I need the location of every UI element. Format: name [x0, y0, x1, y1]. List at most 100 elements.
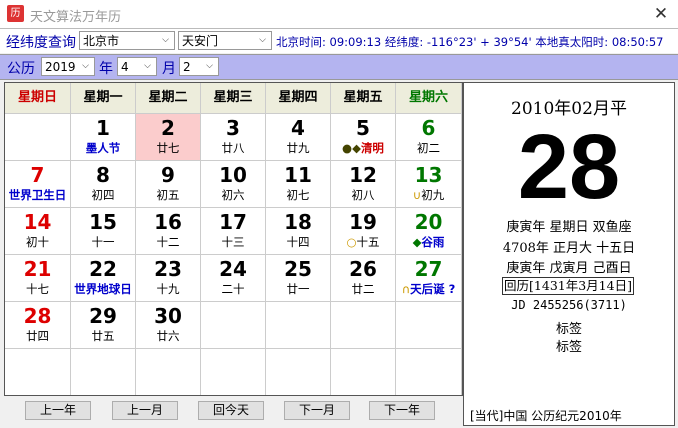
- chevron-down-icon: ⌵: [206, 61, 213, 71]
- day-number: 20: [414, 210, 443, 234]
- calendar-day-cell[interactable]: 27 ∩天后诞 ?: [396, 255, 462, 302]
- navigation-buttons: 上一年 上一月 回今天 下一月 下一年: [4, 396, 461, 426]
- calendar-day-cell[interactable]: 7 世界卫生日: [5, 161, 71, 208]
- lunar-date: ∩天后诞 ?: [396, 282, 461, 296]
- lunar-date: 初四: [71, 188, 135, 202]
- month-select[interactable]: 4 ⌵: [117, 57, 157, 76]
- calendar-day-cell[interactable]: 14 初十: [5, 208, 71, 255]
- year-select[interactable]: 2019 ⌵: [41, 57, 95, 76]
- month-label: 月: [162, 61, 176, 77]
- window-title: 天文算法万年历: [30, 10, 122, 25]
- lunar-text: 初八: [351, 188, 375, 202]
- district-value: 天安门: [182, 34, 219, 48]
- calendar-day-cell[interactable]: 18 十四: [266, 208, 331, 255]
- next-year-button[interactable]: 下一年: [369, 401, 435, 420]
- close-icon: ✕: [653, 4, 669, 24]
- day-number: 8: [96, 163, 110, 187]
- day-detail-panel: 2010年02月平 28 庚寅年 星期日 双鱼座 4708年 正月大 十五日 庚…: [463, 82, 675, 426]
- empty-day-cell: [201, 349, 266, 395]
- lunar-text: 世界地球日: [74, 282, 132, 296]
- lunar-date: 二十: [201, 282, 265, 296]
- close-button[interactable]: ✕: [646, 0, 676, 28]
- calendar-day-cell[interactable]: 23 十九: [136, 255, 201, 302]
- calendar-day-cell[interactable]: 16 十二: [136, 208, 201, 255]
- day-select[interactable]: 2 ⌵: [179, 57, 219, 76]
- calendar-day-cell[interactable]: 12 初八: [331, 161, 396, 208]
- day-number: 24: [219, 257, 247, 281]
- empty-day-cell: [331, 302, 396, 349]
- lunar-text: 清明: [360, 141, 384, 155]
- day-number: 1: [96, 116, 110, 140]
- calendar-day-cell[interactable]: 28 廿四: [5, 302, 71, 349]
- marker-icon: ●◆: [342, 141, 361, 155]
- tag-label-1[interactable]: 标签: [464, 318, 674, 337]
- day-number: 11: [284, 163, 312, 187]
- day-number: 23: [154, 257, 182, 281]
- calendar-day-cell[interactable]: 10 初六: [201, 161, 266, 208]
- lunar-date: 十二: [136, 235, 200, 249]
- calendar-day-cell[interactable]: 21 十七: [5, 255, 71, 302]
- calendar-day-cell[interactable]: 13 ∪初九: [396, 161, 462, 208]
- day-number: 19: [349, 210, 377, 234]
- lunar-text: 十五: [356, 235, 380, 249]
- prev-month-button[interactable]: 上一月: [112, 401, 178, 420]
- lunar-date: 十一: [71, 235, 135, 249]
- lunar-date: 世界卫生日: [5, 188, 70, 202]
- title-bar: 历 天文算法万年历 ✕: [0, 0, 678, 28]
- day-number: 2: [161, 116, 175, 140]
- lunar-text: 二十: [221, 282, 245, 296]
- weekday-header: 星期三: [201, 83, 266, 114]
- calendar-day-cell[interactable]: 24 二十: [201, 255, 266, 302]
- hijri-date-box: 回历[1431年3月14日]: [502, 277, 634, 295]
- lunar-text: 谷雨: [421, 235, 445, 249]
- weekday-header: 星期一: [71, 83, 136, 114]
- next-month-button[interactable]: 下一月: [284, 401, 350, 420]
- weekday-header: 星期六: [396, 83, 462, 114]
- lunar-text: 廿六: [156, 329, 180, 343]
- calendar-day-cell[interactable]: 11 初七: [266, 161, 331, 208]
- calendar-app-icon: 历: [7, 5, 24, 22]
- lunar-text: 初六: [221, 188, 245, 202]
- calendar-day-cell[interactable]: 2 廿七: [136, 114, 201, 161]
- calendar-day-cell[interactable]: 8 初四: [71, 161, 136, 208]
- calendar-day-cell[interactable]: 19 ○十五: [331, 208, 396, 255]
- lunar-date: 廿二: [331, 282, 395, 296]
- lunar-text: 廿二: [351, 282, 375, 296]
- lunar-text: 廿九: [286, 141, 310, 155]
- calendar-day-cell[interactable]: 9 初五: [136, 161, 201, 208]
- chevron-down-icon: ⌵: [259, 35, 266, 45]
- calendar-day-cell[interactable]: 15 十一: [71, 208, 136, 255]
- time-location-info: 北京时间: 09:09:13 经纬度: -116°23' + 39°54' 本地…: [276, 35, 664, 49]
- detail-line-3: 庚寅年 戊寅月 己酉日: [506, 261, 632, 276]
- day-number: 14: [23, 210, 52, 234]
- calendar-day-cell[interactable]: 6 初二: [396, 114, 462, 161]
- calendar-day-cell[interactable]: 5 ●◆清明: [331, 114, 396, 161]
- calendar-day-cell[interactable]: 3 廿八: [201, 114, 266, 161]
- era-footer: [当代]中国 公历纪元2010年: [470, 409, 622, 423]
- calendar-day-cell[interactable]: 29 廿五: [71, 302, 136, 349]
- district-select[interactable]: 天安门 ⌵: [178, 31, 272, 50]
- chevron-down-icon: ⌵: [82, 61, 89, 71]
- day-number: 28: [23, 304, 52, 328]
- lunar-text: 初十: [26, 235, 49, 249]
- empty-day-cell: [396, 302, 462, 349]
- day-number: 25: [284, 257, 312, 281]
- today-button[interactable]: 回今天: [198, 401, 264, 420]
- calendar-day-cell[interactable]: 22 世界地球日: [71, 255, 136, 302]
- calendar-day-cell[interactable]: 26 廿二: [331, 255, 396, 302]
- day-number: 22: [89, 257, 117, 281]
- tag-label-2[interactable]: 标签: [464, 336, 674, 355]
- calendar-day-cell[interactable]: 25 廿一: [266, 255, 331, 302]
- city-select[interactable]: 北京市 ⌵: [79, 31, 175, 50]
- prev-year-button[interactable]: 上一年: [25, 401, 91, 420]
- calendar-day-cell[interactable]: 30 廿六: [136, 302, 201, 349]
- calendar-day-cell[interactable]: 4 廿九: [266, 114, 331, 161]
- calendar-day-cell[interactable]: 1 墨人节: [71, 114, 136, 161]
- lunar-date: 初二: [396, 141, 461, 155]
- calendar-day-cell[interactable]: 17 十三: [201, 208, 266, 255]
- lunar-date: 廿六: [136, 329, 200, 343]
- marker-icon: ○: [346, 235, 357, 249]
- lunar-date: 廿四: [5, 329, 70, 343]
- calendar-day-cell[interactable]: 20 ◆谷雨: [396, 208, 462, 255]
- lunar-date: ◆谷雨: [396, 235, 461, 249]
